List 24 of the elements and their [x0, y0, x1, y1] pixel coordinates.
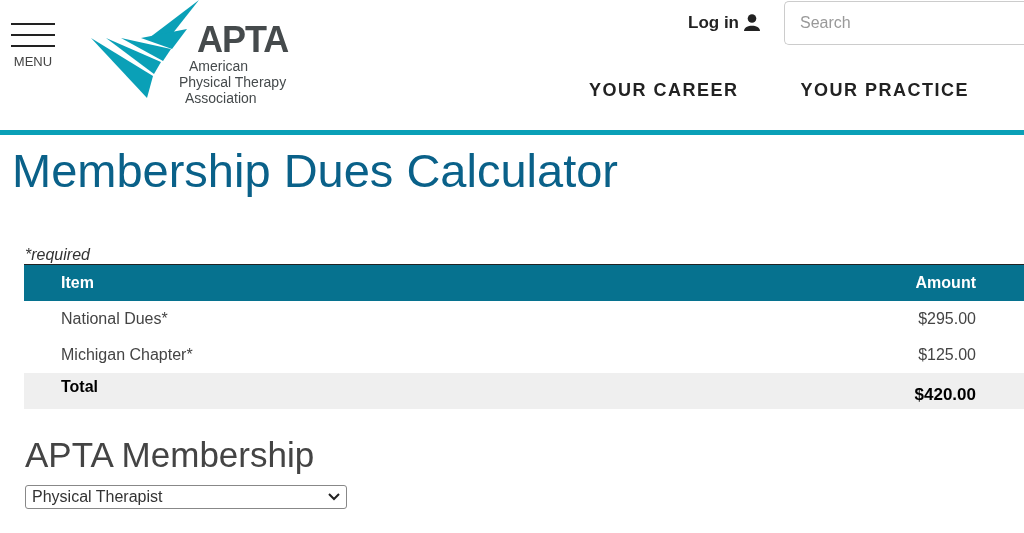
amount-cell: $295.00	[918, 310, 976, 328]
amount-cell: $125.00	[918, 346, 976, 364]
required-note: *required	[25, 246, 92, 264]
membership-select[interactable]: Physical Therapist	[25, 485, 347, 509]
menu-icon	[11, 22, 55, 48]
item-cell: Total	[61, 378, 99, 396]
column-header: Amount	[915, 274, 976, 292]
column-header: Item	[61, 274, 94, 292]
item-cell: National Dues*	[61, 310, 168, 328]
logo-tagline: Physical Therapy	[179, 74, 288, 90]
menu-button[interactable]: MENU	[11, 22, 55, 69]
logo-name: APTA	[197, 22, 289, 58]
item-cell: Michigan Chapter*	[61, 346, 193, 364]
logo-tagline: American	[189, 58, 250, 74]
login-link[interactable]: Log in	[688, 12, 760, 33]
nav-link[interactable]: YOUR CAREER	[588, 80, 739, 101]
search-field[interactable]: Search	[784, 1, 1024, 45]
page-title: Membership Dues Calculator	[12, 143, 620, 198]
nav-link[interactable]: YOUR PRACTICE	[800, 80, 969, 101]
amount-cell: $420.00	[914, 385, 976, 405]
logo-tagline: Association	[185, 90, 258, 106]
user-icon	[744, 14, 760, 31]
section-heading: APTA Membership	[25, 435, 316, 475]
chevron-icon	[328, 493, 340, 501]
